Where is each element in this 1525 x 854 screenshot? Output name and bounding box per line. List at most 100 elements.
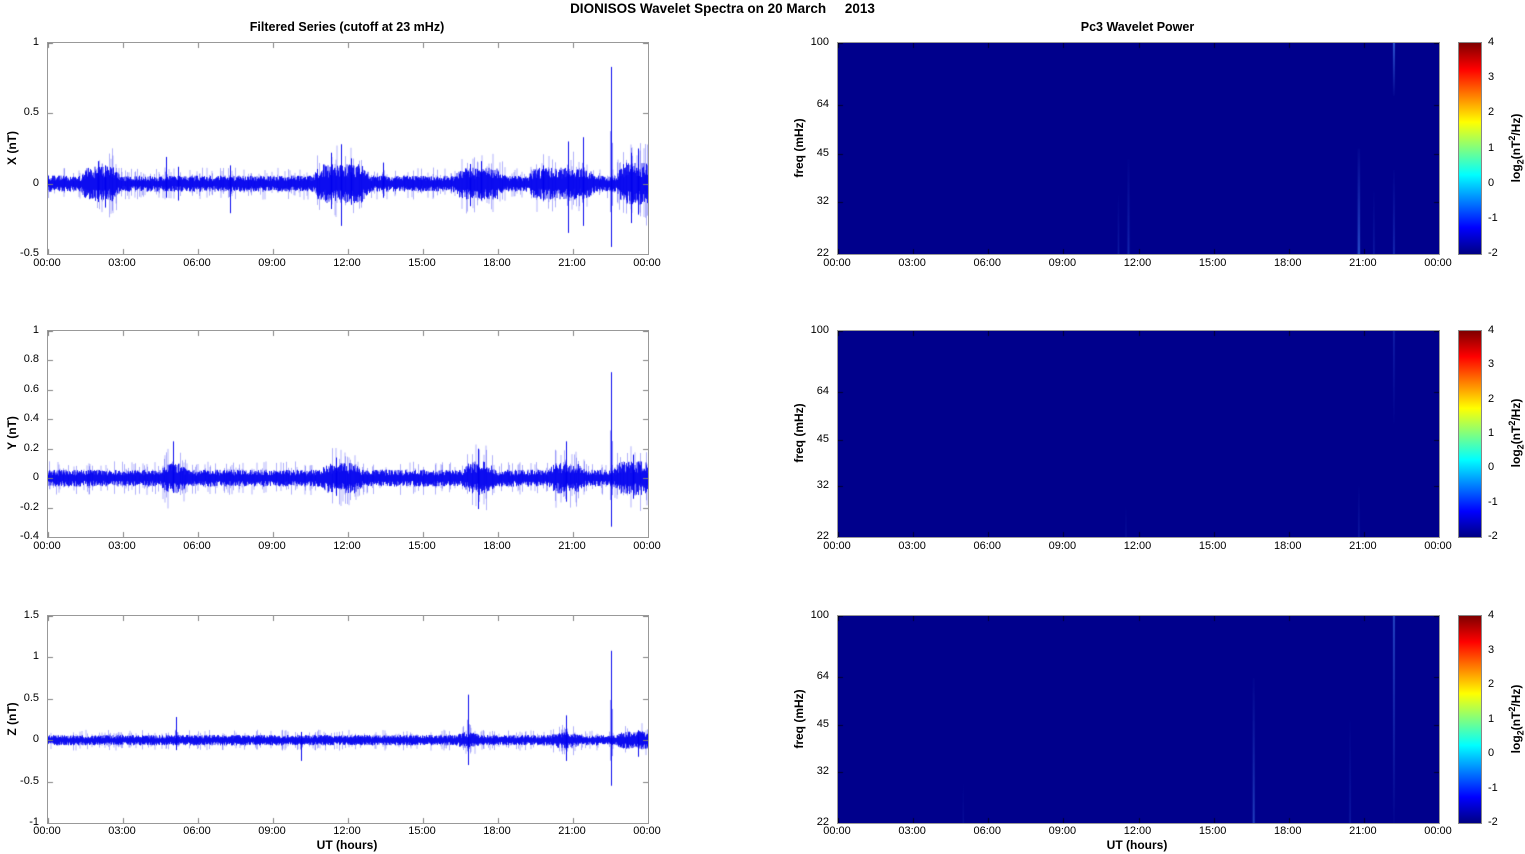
y-tick-label: -0.5 <box>20 774 39 788</box>
x-tick-label: 00:00 <box>19 824 75 838</box>
colorbar-label-suffix: /Hz) <box>1509 684 1523 706</box>
x-tick-label: 09:00 <box>244 539 300 553</box>
right-xaxis-label: UT (hours) <box>1037 838 1237 852</box>
x-tick-label: 06:00 <box>959 539 1015 553</box>
wavelet-spectra-figure: DIONISOS Wavelet Spectra on 20 March 201… <box>0 0 1525 854</box>
z-series-plot <box>47 615 649 824</box>
y-tick-label: 0.4 <box>24 411 39 425</box>
colorbar-tick-label: 0 <box>1488 460 1494 474</box>
colorbar-tick-label: 2 <box>1488 392 1494 406</box>
y-tick-label: 32 <box>817 194 829 208</box>
z-wavelet-canvas <box>838 616 1439 823</box>
x-tick-label: 00:00 <box>19 256 75 270</box>
y-tick-label: 100 <box>811 323 829 337</box>
x-tick-label: 15:00 <box>1185 824 1241 838</box>
z-series-canvas <box>48 616 648 823</box>
y-tick-label: 64 <box>817 97 829 111</box>
x-tick-label: 18:00 <box>1260 256 1316 270</box>
x-tick-label: 00:00 <box>809 539 865 553</box>
colorbar-tick-label: 4 <box>1488 35 1494 49</box>
colorbar-tick-label: 0 <box>1488 746 1494 760</box>
colorbar-tick-label: -1 <box>1488 495 1498 509</box>
x-tick-label: 15:00 <box>394 824 450 838</box>
x-tick-label: 09:00 <box>1034 824 1090 838</box>
colorbar-label-sub: 2 <box>1515 730 1525 735</box>
y-wavelet-canvas <box>838 331 1439 537</box>
x-tick-label: 03:00 <box>884 539 940 553</box>
x-tick-label: 12:00 <box>1110 539 1166 553</box>
x-tick-label: 06:00 <box>959 256 1015 270</box>
colorbar <box>1458 615 1482 824</box>
colorbar-tick-label: -2 <box>1488 815 1498 829</box>
z-axis-unit-label: Z (nT) <box>4 639 20 799</box>
figure-title: DIONISOS Wavelet Spectra on 20 March 201… <box>0 1 1445 16</box>
colorbar-label-sup: 2 <box>1507 421 1517 426</box>
x-tick-label: 00:00 <box>1410 824 1466 838</box>
colorbar <box>1458 330 1482 538</box>
x-tick-label: 00:00 <box>619 824 675 838</box>
wavelet-power-title: Pc3 Wavelet Power <box>837 20 1438 35</box>
x-tick-label: 15:00 <box>394 539 450 553</box>
y-tick-label: 0 <box>33 470 39 484</box>
colorbar-unit-label: log2(nT2/Hz) <box>1504 639 1520 799</box>
x-tick-label: 00:00 <box>619 256 675 270</box>
y-tick-label: 0.8 <box>24 352 39 366</box>
colorbar-tick-label: 3 <box>1488 643 1494 657</box>
x-tick-label: 21:00 <box>1335 539 1391 553</box>
y-tick-label: 0.6 <box>24 382 39 396</box>
x-tick-label: 09:00 <box>244 256 300 270</box>
x-tick-label: 21:00 <box>544 539 600 553</box>
y-tick-label: 64 <box>817 669 829 683</box>
colorbar-tick-label: 3 <box>1488 70 1494 84</box>
colorbar-tick-label: -1 <box>1488 211 1498 225</box>
y-tick-label: 0 <box>33 732 39 746</box>
colorbar-tick-label: 0 <box>1488 176 1494 190</box>
y-tick-label: 0 <box>33 176 39 190</box>
colorbar-label-suffix: /Hz) <box>1509 113 1523 135</box>
y-tick-label: 0.5 <box>24 105 39 119</box>
z-wavelet-plot <box>837 615 1440 824</box>
x-tick-label: 09:00 <box>1034 256 1090 270</box>
colorbar-tick-label: 1 <box>1488 426 1494 440</box>
colorbar-unit-label: log2(nT2/Hz) <box>1504 353 1520 513</box>
colorbar-label-prefix: log <box>1509 164 1523 182</box>
x-tick-label: 09:00 <box>244 824 300 838</box>
x-tick-label: 03:00 <box>94 824 150 838</box>
y-tick-label: 32 <box>817 478 829 492</box>
y-tick-label: -0.2 <box>20 500 39 514</box>
x-tick-label: 18:00 <box>1260 824 1316 838</box>
x-tick-label: 00:00 <box>1410 539 1466 553</box>
y-wavelet-freq-label: freq (mHz) <box>791 353 807 513</box>
x-tick-label: 15:00 <box>394 256 450 270</box>
y-wavelet-xtick-labels: 00:0003:0006:0009:0012:0015:0018:0021:00… <box>837 539 1438 553</box>
x-wavelet-xtick-labels: 00:0003:0006:0009:0012:0015:0018:0021:00… <box>837 256 1438 270</box>
x-tick-label: 06:00 <box>169 256 225 270</box>
x-tick-label: 06:00 <box>169 824 225 838</box>
colorbar-tick-label: 2 <box>1488 105 1494 119</box>
colorbar-label-prefix: log <box>1509 735 1523 753</box>
y-tick-label: 45 <box>817 146 829 160</box>
x-tick-label: 12:00 <box>1110 256 1166 270</box>
y-tick-label: 0.5 <box>24 691 39 705</box>
colorbar-tick-label: 1 <box>1488 141 1494 155</box>
x-tick-label: 00:00 <box>19 539 75 553</box>
x-tick-label: 18:00 <box>469 256 525 270</box>
y-tick-label: 32 <box>817 764 829 778</box>
x-axis-unit-label: X (nT) <box>4 68 20 228</box>
colorbar <box>1458 42 1482 255</box>
x-wavelet-plot <box>837 42 1440 255</box>
colorbar-tick-label: -1 <box>1488 781 1498 795</box>
y-series-plot <box>47 330 649 538</box>
y-wavelet-plot <box>837 330 1440 538</box>
colorbar-label-prefix: log <box>1509 449 1523 467</box>
colorbar-label-suffix: /Hz) <box>1509 399 1523 421</box>
y-tick-label: 0.2 <box>24 441 39 455</box>
z-series-xtick-labels: 00:0003:0006:0009:0012:0015:0018:0021:00… <box>47 824 647 838</box>
z-wavelet-xtick-labels: 00:0003:0006:0009:0012:0015:0018:0021:00… <box>837 824 1438 838</box>
y-tick-label: 64 <box>817 384 829 398</box>
y-tick-label: 100 <box>811 608 829 622</box>
y-tick-label: 1 <box>33 649 39 663</box>
colorbar-label-mid: (nT <box>1509 140 1523 159</box>
x-tick-label: 12:00 <box>319 539 375 553</box>
x-tick-label: 15:00 <box>1185 539 1241 553</box>
